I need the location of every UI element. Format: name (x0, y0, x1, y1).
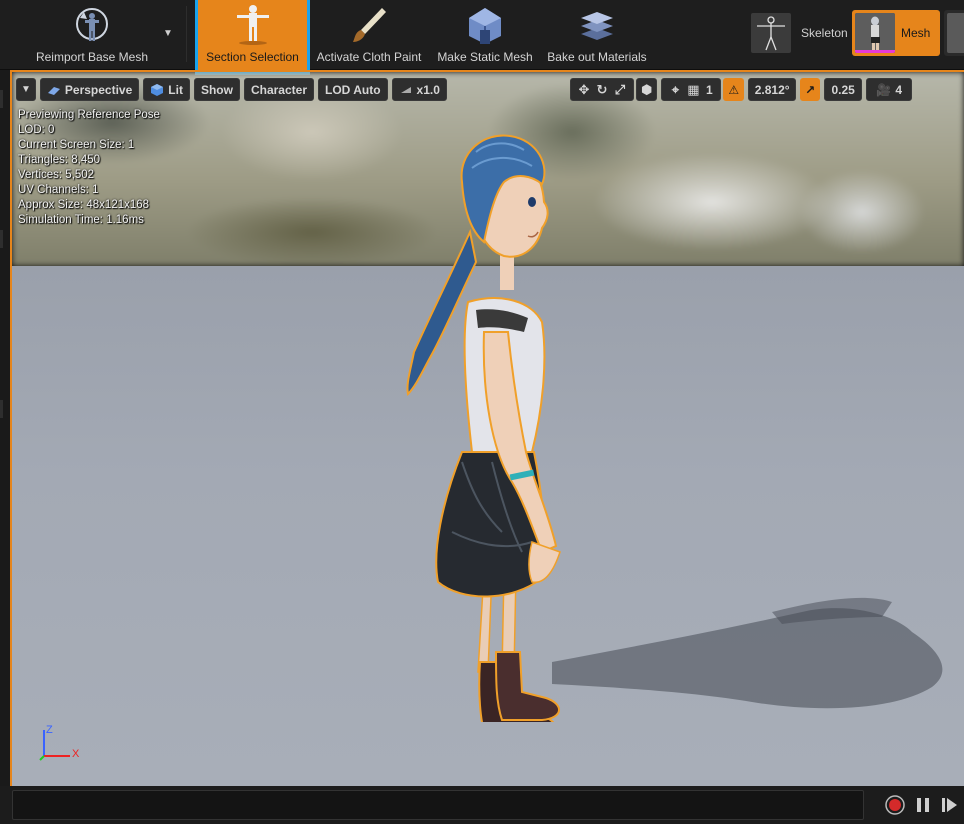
animation-mode-button[interactable] (944, 10, 964, 56)
main-toolbar: Reimport Base Mesh ▼ Section Selection A… (0, 0, 964, 75)
left-panel-edge (0, 70, 10, 824)
perspective-label: Perspective (64, 82, 133, 97)
reimport-mesh-icon (69, 2, 115, 48)
record-icon (885, 795, 905, 815)
camera-speed-label: 4 (895, 82, 902, 97)
lit-view-mode-button[interactable]: Lit (143, 78, 190, 101)
viewport-options-button[interactable]: ▼ (16, 78, 36, 101)
play-speed-icon (399, 83, 413, 97)
animation-thumbnail-icon (947, 13, 964, 53)
perspective-button[interactable]: Perspective (39, 78, 140, 101)
character-label: Character (250, 82, 307, 97)
world-cube-icon: ⬢ (641, 81, 653, 97)
panel-edge-tab[interactable] (0, 90, 3, 108)
scale-icon[interactable]: ⤢ (611, 82, 629, 98)
camera-speed-icon: 🎥 (876, 82, 892, 97)
section-selection-button[interactable]: Section Selection (195, 0, 310, 75)
make-static-mesh-label: Make Static Mesh (437, 50, 533, 64)
play-speed-label: x1.0 (416, 82, 440, 97)
mesh-thumbnail-icon (855, 13, 895, 53)
panel-edge-tab[interactable] (0, 400, 3, 418)
stats-vertices: Vertices: 5,502 (18, 169, 95, 181)
step-forward-icon (942, 798, 957, 812)
static-mesh-icon (462, 2, 508, 48)
reimport-base-mesh-label: Reimport Base Mesh (35, 50, 149, 64)
status-bar (0, 786, 964, 824)
character-mesh[interactable] (392, 132, 592, 722)
lod-label: LOD Auto (325, 82, 381, 97)
lit-label: Lit (168, 82, 183, 97)
rotation-snap-toggle[interactable]: ⚠ (723, 78, 745, 101)
bake-out-materials-button[interactable]: Bake out Materials (542, 0, 652, 66)
grid-snap-group: ⌖ ▦ 1 (661, 78, 722, 101)
stats-simulation-time: Simulation Time: 1.16ms (18, 214, 144, 226)
lod-button[interactable]: LOD Auto (318, 78, 388, 101)
grid-snap-icon[interactable]: ▦ (684, 82, 702, 98)
toolbar-separator (186, 6, 187, 62)
stats-approx-size: Approx Size: 48x121x168 (18, 199, 150, 211)
perspective-icon (47, 83, 61, 97)
material-layers-icon (574, 2, 620, 48)
section-selection-icon (230, 2, 276, 48)
axis-gizmo: Z X (38, 724, 82, 764)
grid-snap-value[interactable]: 1 (702, 83, 716, 97)
coordinate-space-button[interactable]: ⬢ (636, 78, 658, 101)
rotation-snap-value[interactable]: 2.812° (748, 78, 797, 101)
skeleton-mode-button[interactable]: Skeleton (748, 10, 848, 56)
rotation-snap-icon: ⚠ (728, 82, 740, 97)
console-command-input[interactable] (12, 790, 864, 820)
activate-cloth-paint-label: Activate Cloth Paint (316, 50, 422, 64)
step-forward-button[interactable] (938, 794, 960, 816)
stats-triangles: Triangles: 8,450 (18, 154, 101, 166)
section-selection-label: Section Selection (206, 50, 299, 64)
scale-snap-value[interactable]: 0.25 (824, 78, 863, 101)
rotate-icon[interactable]: ↻ (593, 82, 611, 98)
skeleton-thumbnail-icon (751, 13, 791, 53)
stats-lod: LOD: 0 (18, 124, 55, 136)
viewport-toolbar-left: ▼ Perspective Lit Show Character LOD Aut… (16, 78, 451, 101)
viewport-stats-overlay: Previewing Reference Pose LOD: 0 Current… (18, 108, 160, 228)
preview-viewport[interactable]: ▼ Perspective Lit Show Character LOD Aut… (10, 70, 964, 786)
persona-editor-window: Reimport Base Mesh ▼ Section Selection A… (0, 0, 964, 824)
activate-cloth-paint-button[interactable]: Activate Cloth Paint (312, 0, 426, 66)
axis-z-label: Z (46, 724, 53, 736)
camera-speed-button[interactable]: 🎥 4 (866, 78, 913, 101)
scale-snap-icon: ↗ (805, 82, 816, 97)
mesh-mode-button[interactable]: Mesh (852, 10, 940, 56)
lit-cube-icon (150, 83, 164, 97)
panel-edge-tab[interactable] (0, 230, 3, 248)
stats-screen-size: Current Screen Size: 1 (18, 139, 135, 151)
transform-tools-group: ✥ ↻ ⤢ (570, 78, 634, 101)
paint-brush-icon (346, 2, 392, 48)
character-button[interactable]: Character (243, 78, 314, 101)
mesh-mode-label: Mesh (901, 26, 931, 40)
show-button[interactable]: Show (193, 78, 240, 101)
surface-snap-icon[interactable]: ⌖ (666, 82, 684, 98)
show-label: Show (200, 82, 233, 97)
skeleton-mode-label: Skeleton (801, 26, 848, 40)
pause-button[interactable] (912, 794, 934, 816)
record-button[interactable] (884, 794, 906, 816)
scale-snap-toggle[interactable]: ↗ (800, 78, 821, 101)
viewport-toolbar-right: ✥ ↻ ⤢ ⬢ ⌖ ▦ 1 ⚠ 2.812° ↗ 0.25 🎥 4 (570, 78, 916, 101)
axis-x-label: X (72, 748, 80, 760)
stats-uv-channels: UV Channels: 1 (18, 184, 99, 196)
move-icon[interactable]: ✥ (575, 82, 593, 98)
reimport-dropdown-arrow-icon[interactable]: ▼ (162, 28, 174, 40)
rotation-snap-label: 2.812° (754, 82, 790, 97)
chevron-down-icon: ▼ (21, 84, 31, 95)
stats-pose: Previewing Reference Pose (18, 109, 160, 121)
play-speed-button[interactable]: x1.0 (391, 78, 447, 101)
reimport-base-mesh-button[interactable]: Reimport Base Mesh (30, 0, 154, 66)
scale-snap-label: 0.25 (831, 82, 855, 97)
make-static-mesh-button[interactable]: Make Static Mesh (434, 0, 536, 66)
pause-icon (917, 798, 929, 812)
bake-out-materials-label: Bake out Materials (547, 50, 647, 64)
